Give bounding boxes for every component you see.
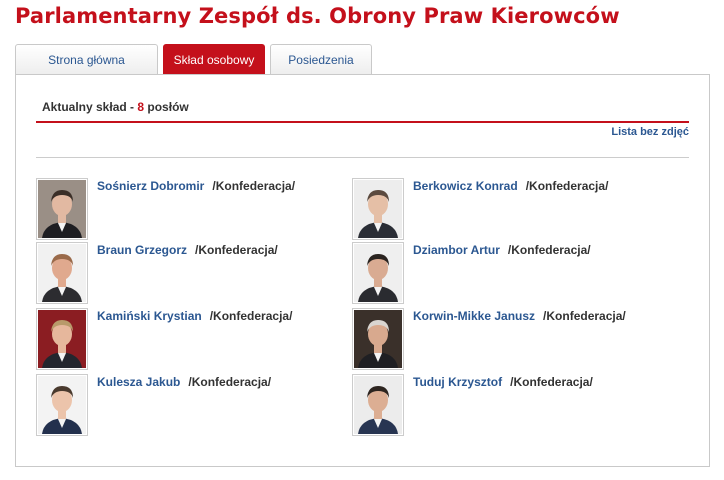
member-photo[interactable] [352,178,404,240]
page-title: Parlamentarny Zespół ds. Obrony Praw Kie… [15,4,620,28]
member-photo[interactable] [36,178,88,240]
portrait-image [38,244,86,302]
member-photo[interactable] [36,374,88,436]
member-name-link[interactable]: Kamiński Krystian [97,309,202,323]
member-name-link[interactable]: Berkowicz Konrad [413,179,518,193]
member-item: Braun Grzegorz/Konfederacja/ [36,242,356,304]
member-item: Tuduj Krzysztof/Konfederacja/ [352,374,672,436]
member-item: Berkowicz Konrad/Konfederacja/ [352,178,672,240]
list-without-photos-link[interactable]: Lista bez zdjęć [611,126,689,138]
tab-bar: Strona główna Skład osobowy Posiedzenia [15,44,709,75]
member-club: /Konfederacja/ [209,309,293,323]
member-name-link[interactable]: Sośnierz Dobromir [97,179,204,193]
portrait-image [354,244,402,302]
member-club: /Konfederacja/ [525,179,609,193]
member-club: /Konfederacja/ [212,179,296,193]
member-club: /Konfederacja/ [195,243,278,257]
member-item: Korwin-Mikke Janusz/Konfederacja/ [352,308,672,370]
member-name-link[interactable]: Dziambor Artur [413,243,500,257]
member-name-link[interactable]: Braun Grzegorz [97,243,187,257]
portrait-image [38,310,86,368]
member-item: Dziambor Artur/Konfederacja/ [352,242,672,304]
member-photo[interactable] [352,308,404,370]
member-photo[interactable] [352,242,404,304]
tab-composition[interactable]: Skład osobowy [163,44,265,75]
tab-meetings[interactable]: Posiedzenia [270,44,372,74]
member-item: Sośnierz Dobromir/Konfederacja/ [36,178,356,240]
member-name-link[interactable]: Tuduj Krzysztof [413,375,502,389]
list-divider [36,157,689,158]
member-photo[interactable] [36,308,88,370]
portrait-image [354,310,402,368]
member-photo[interactable] [352,374,404,436]
member-item: Kulesza Jakub/Konfederacja/ [36,374,356,436]
member-name-link[interactable]: Kulesza Jakub [97,375,180,389]
composition-panel: Aktualny skład - 8 posłów Lista bez zdję… [15,74,710,467]
member-club: /Konfederacja/ [543,309,626,323]
member-club: /Konfederacja/ [507,243,591,257]
composition-summary: Aktualny skład - 8 posłów [42,100,189,114]
summary-prefix: Aktualny skład - [42,100,138,114]
member-photo[interactable] [36,242,88,304]
summary-suffix: posłów [144,100,189,114]
member-item: Kamiński Krystian/Konfederacja/ [36,308,356,370]
portrait-image [38,376,86,434]
member-name-link[interactable]: Korwin-Mikke Janusz [413,309,535,323]
member-club: /Konfederacja/ [510,375,593,389]
tab-home[interactable]: Strona główna [15,44,158,74]
member-club: /Konfederacja/ [188,375,272,389]
portrait-image [354,180,402,238]
summary-divider [36,121,689,123]
portrait-image [354,376,402,434]
portrait-image [38,180,86,238]
